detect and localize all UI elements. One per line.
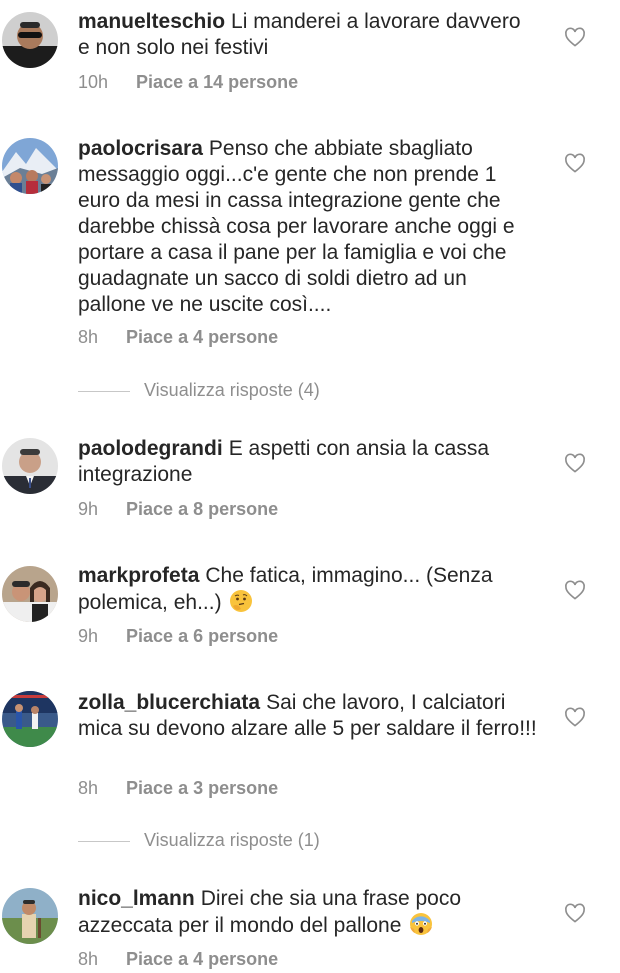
likes-count[interactable]: Piace a 3 persone: [126, 778, 278, 798]
heart-icon[interactable]: [564, 153, 586, 173]
heart-icon[interactable]: [564, 707, 586, 727]
comment-text: markprofeta Che fatica, immagino... (Senz…: [78, 563, 538, 616]
view-replies-button[interactable]: Visualizza risposte (1): [78, 830, 478, 854]
avatar[interactable]: [2, 138, 58, 194]
comment-time: 8h: [78, 778, 99, 798]
avatar-man-sunglasses-icon: [2, 12, 58, 68]
comment-username[interactable]: nico_lmann: [78, 887, 195, 910]
comment-text: manuelteschio Li manderei a lavorare davv…: [78, 9, 538, 61]
comment-username[interactable]: paolodegrandi: [78, 437, 223, 460]
comment-text: zolla_blucerchiata Sai che lavoro, I calc…: [78, 690, 538, 742]
comment-time: 10h: [78, 72, 109, 92]
comment-time: 8h: [78, 949, 99, 969]
likes-count[interactable]: Piace a 4 persone: [126, 949, 278, 969]
likes-count[interactable]: Piace a 14 persone: [136, 72, 298, 92]
avatar[interactable]: [2, 12, 58, 68]
replies-divider: [78, 391, 130, 392]
comment-body: Penso che abbiate sbagliato messaggio og…: [78, 137, 515, 316]
likes-count[interactable]: Piace a 6 persone: [126, 626, 278, 646]
comment-time: 8h: [78, 327, 99, 347]
comment-meta: 9h Piace a 8 persone: [78, 499, 278, 520]
comment-time: 9h: [78, 499, 99, 519]
likes-count[interactable]: Piace a 8 persone: [126, 499, 278, 519]
comment-meta: 8h Piace a 3 persone: [78, 778, 278, 799]
comment-text: paolodegrandi E aspetti con ansia la cass…: [78, 436, 538, 488]
view-replies-label[interactable]: Visualizza risposte (1): [144, 830, 320, 851]
comment-meta: 10h Piace a 14 persone: [78, 72, 298, 93]
avatar-man-suit-icon: [2, 438, 58, 494]
likes-count[interactable]: Piace a 4 persone: [126, 327, 278, 347]
comment-meta: 8h Piace a 4 persone: [78, 949, 278, 970]
thinking-face-emoji-icon: [230, 590, 253, 612]
heart-icon[interactable]: [564, 453, 586, 473]
comment-username[interactable]: paolocrisara: [78, 137, 203, 160]
avatar-man-field-icon: [2, 888, 58, 944]
heart-icon[interactable]: [564, 580, 586, 600]
heart-icon[interactable]: [564, 27, 586, 47]
screaming-face-emoji-icon: [410, 913, 433, 935]
avatar-stadium-icon: [2, 691, 58, 747]
avatar-mountain-group-icon: [2, 138, 58, 194]
comment-time: 9h: [78, 626, 99, 646]
comment-text: paolocrisara Penso che abbiate sbagliato …: [78, 136, 538, 318]
heart-icon[interactable]: [564, 903, 586, 923]
avatar[interactable]: [2, 691, 58, 747]
replies-divider: [78, 841, 130, 842]
avatar[interactable]: [2, 438, 58, 494]
avatar[interactable]: [2, 888, 58, 944]
comment-username[interactable]: manuelteschio: [78, 10, 225, 33]
avatar-couple-icon: [2, 566, 58, 622]
comment-meta: 8h Piace a 4 persone: [78, 327, 278, 348]
comment-meta: 9h Piace a 6 persone: [78, 626, 278, 647]
comment-username[interactable]: zolla_blucerchiata: [78, 691, 260, 714]
comment-text: nico_lmann Direi che sia una frase poco a…: [78, 886, 538, 939]
view-replies-label[interactable]: Visualizza risposte (4): [144, 380, 320, 401]
avatar[interactable]: [2, 566, 58, 622]
comment-username[interactable]: markprofeta: [78, 564, 199, 587]
view-replies-button[interactable]: Visualizza risposte (4): [78, 380, 478, 404]
